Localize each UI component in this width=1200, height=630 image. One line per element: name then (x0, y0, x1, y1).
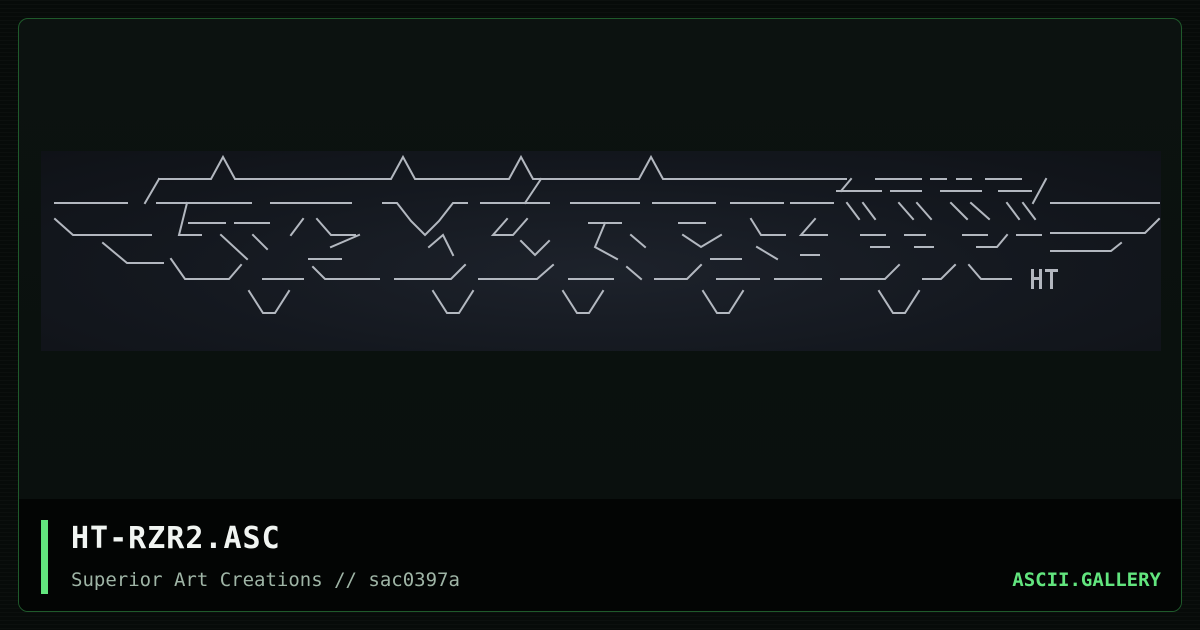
art-subtitle: Superior Art Creations // sac0397a (71, 569, 460, 591)
ascii-art-logo-icon (53, 154, 1161, 314)
art-title: HT-RZR2.ASC (71, 521, 281, 556)
site-brand: ASCII.GALLERY (1012, 569, 1161, 591)
ascii-art-preview (41, 151, 1161, 351)
accent-bar (41, 520, 48, 594)
card-footer: HT-RZR2.ASC Superior Art Creations // sa… (19, 499, 1181, 611)
preview-card: HT-RZR2.ASC Superior Art Creations // sa… (18, 18, 1182, 612)
